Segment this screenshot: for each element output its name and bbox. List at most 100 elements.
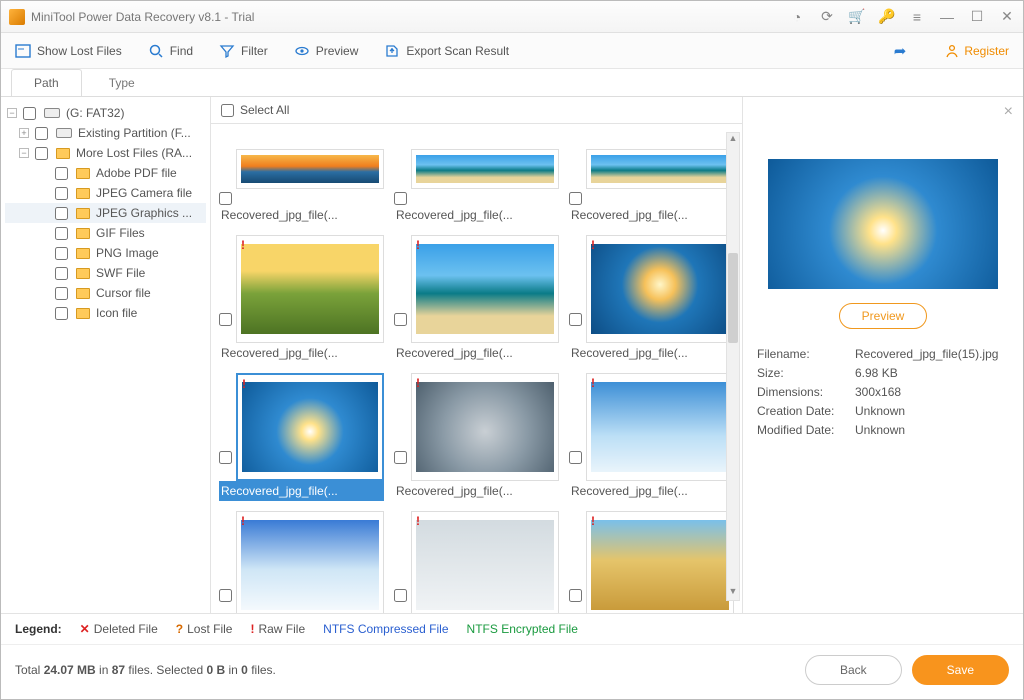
thumb-checkbox[interactable] [569, 589, 582, 602]
drive-icon [56, 128, 72, 138]
folder-icon [76, 248, 90, 259]
gauge-icon[interactable]: ◔ [789, 9, 805, 25]
thumb-checkbox[interactable] [394, 451, 407, 464]
tree-checkbox[interactable] [55, 187, 68, 200]
tree-item[interactable]: Icon file [5, 303, 206, 323]
tree-checkbox[interactable] [55, 267, 68, 280]
collapse-icon[interactable]: − [19, 148, 29, 158]
tree-item-label: Adobe PDF file [96, 166, 177, 180]
tree-item[interactable]: Cursor file [5, 283, 206, 303]
thumb-checkbox[interactable] [219, 313, 232, 326]
thumbnail-item[interactable]: !Recovered_jpg_file(... [394, 235, 559, 363]
thumb-checkbox[interactable] [569, 451, 582, 464]
menu-icon[interactable]: ≡ [909, 9, 925, 25]
thumb-checkbox[interactable] [394, 192, 407, 205]
save-button[interactable]: Save [912, 655, 1009, 685]
find-button[interactable]: Find [148, 43, 193, 59]
tree-checkbox[interactable] [55, 287, 68, 300]
thumb-checkbox[interactable] [569, 192, 582, 205]
thumbnail-item[interactable]: !Recovered_jpg_file(... [394, 373, 559, 501]
scrollbar[interactable]: ▲▼ [726, 132, 740, 601]
tree-root[interactable]: −(G: FAT32) [5, 103, 206, 123]
legend-raw: !Raw File [250, 622, 305, 636]
drive-icon [44, 108, 60, 118]
tree-item[interactable]: GIF Files [5, 223, 206, 243]
thumb-image: ! [411, 373, 559, 481]
close-preview-icon[interactable]: × [1004, 103, 1013, 121]
maximize-icon[interactable]: ☐ [969, 9, 985, 25]
search-icon [148, 43, 164, 59]
tree-checkbox[interactable] [35, 147, 48, 160]
tree-item[interactable]: PNG Image [5, 243, 206, 263]
scroll-thumb[interactable] [728, 253, 738, 343]
footer-bar: Total 24.07 MB in 87 files. Selected 0 B… [1, 644, 1023, 699]
scroll-down-icon[interactable]: ▼ [727, 586, 739, 600]
refresh-icon[interactable]: ⟳ [819, 9, 835, 25]
thumb-caption: Recovered_jpg_file(... [569, 205, 734, 225]
tab-path[interactable]: Path [11, 69, 82, 96]
thumbnail-item[interactable]: Recovered_jpg_file(... [219, 132, 384, 225]
tree-item[interactable]: SWF File [5, 263, 206, 283]
filter-button[interactable]: Filter [219, 43, 268, 59]
thumbnail-item[interactable]: ! [219, 511, 384, 613]
filename-value: Recovered_jpg_file(15).jpg [855, 347, 998, 361]
preview-action-button[interactable]: Preview [839, 303, 928, 329]
status-text: Total 24.07 MB in 87 files. Selected 0 B… [15, 663, 795, 677]
thumb-checkbox[interactable] [219, 589, 232, 602]
modified-date-key: Modified Date: [757, 423, 855, 437]
tree-checkbox[interactable] [55, 227, 68, 240]
thumbnail-item[interactable]: Recovered_jpg_file(... [394, 132, 559, 225]
thumbnail-item[interactable]: ! [394, 511, 559, 613]
tree-checkbox[interactable] [23, 107, 36, 120]
tree-existing-partition[interactable]: +Existing Partition (F... [5, 123, 206, 143]
tree-more-lost-files[interactable]: −More Lost Files (RA... [5, 143, 206, 163]
tree-checkbox[interactable] [55, 167, 68, 180]
thumb-caption: Recovered_jpg_file(... [394, 343, 559, 363]
thumbnail-item[interactable]: !Recovered_jpg_file(... [219, 235, 384, 363]
thumbnail-item[interactable]: ! [569, 511, 734, 613]
cart-icon[interactable]: 🛒 [849, 9, 865, 25]
preview-image [768, 159, 998, 289]
thumbnail-item[interactable]: Recovered_jpg_file(... [569, 132, 734, 225]
find-label: Find [170, 44, 193, 58]
share-icon[interactable]: ➦ [894, 42, 907, 60]
thumb-image: ! [236, 511, 384, 613]
expand-icon[interactable]: + [19, 128, 29, 138]
minimize-icon[interactable]: — [939, 9, 955, 25]
scroll-up-icon[interactable]: ▲ [727, 133, 739, 147]
key-icon[interactable]: 🔑 [879, 9, 895, 25]
tree-checkbox[interactable] [55, 307, 68, 320]
show-lost-files-button[interactable]: Show Lost Files [15, 43, 122, 59]
close-icon[interactable]: ✕ [999, 9, 1015, 25]
app-logo-icon [9, 9, 25, 25]
tree-checkbox[interactable] [35, 127, 48, 140]
legend-deleted: ✕Deleted File [80, 622, 158, 636]
thumb-image: ! [586, 373, 734, 481]
preview-button[interactable]: Preview [294, 43, 359, 59]
back-button[interactable]: Back [805, 655, 902, 685]
thumbnail-item[interactable]: !Recovered_jpg_file(... [569, 373, 734, 501]
select-all-checkbox[interactable] [221, 104, 234, 117]
tab-type[interactable]: Type [86, 69, 158, 96]
tree-checkbox[interactable] [55, 247, 68, 260]
collapse-icon[interactable]: − [7, 108, 17, 118]
thumbnail-item[interactable]: !Recovered_jpg_file(... [219, 373, 384, 501]
size-key: Size: [757, 366, 855, 380]
register-button[interactable]: Register [944, 43, 1009, 59]
tree-checkbox[interactable] [55, 207, 68, 220]
preview-label: Preview [316, 44, 359, 58]
thumb-checkbox[interactable] [394, 589, 407, 602]
export-button[interactable]: Export Scan Result [384, 43, 509, 59]
thumb-checkbox[interactable] [394, 313, 407, 326]
thumb-checkbox[interactable] [569, 313, 582, 326]
dimensions-value: 300x168 [855, 385, 901, 399]
filter-icon [219, 43, 235, 59]
thumb-checkbox[interactable] [219, 451, 232, 464]
raw-mark-icon: ! [591, 514, 595, 528]
tree-item[interactable]: JPEG Graphics ... [5, 203, 206, 223]
tree-item[interactable]: JPEG Camera file [5, 183, 206, 203]
thumbnail-item[interactable]: !Recovered_jpg_file(... [569, 235, 734, 363]
tree-item[interactable]: Adobe PDF file [5, 163, 206, 183]
thumb-checkbox[interactable] [219, 192, 232, 205]
thumb-caption: Recovered_jpg_file(... [219, 343, 384, 363]
